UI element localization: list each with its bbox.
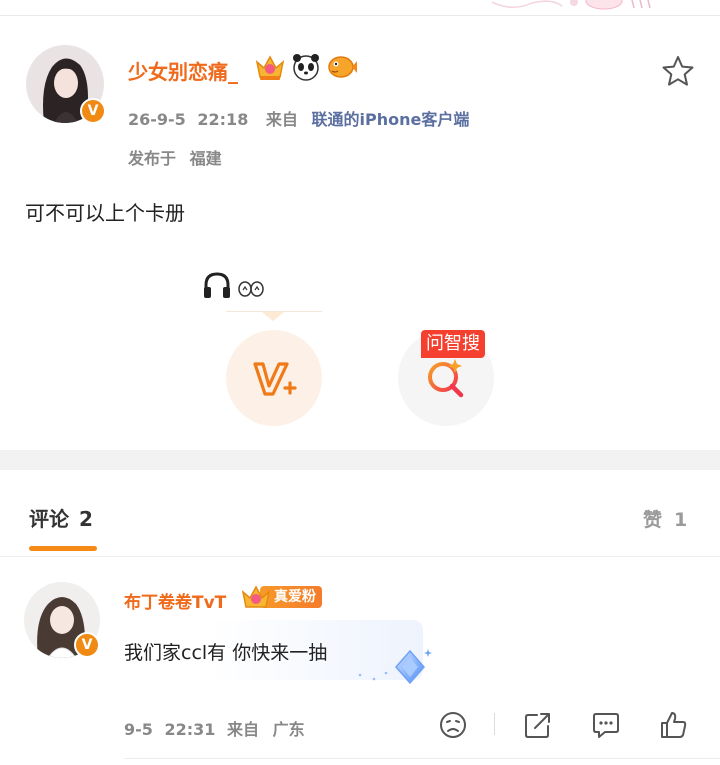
verified-badge: V [80, 98, 106, 124]
post-date: 26-9-5 [128, 110, 186, 129]
vplus-icon [253, 362, 297, 396]
ask-search-tag[interactable]: 问智搜 [421, 330, 485, 358]
comment-source-prefix: 来自 [227, 720, 260, 739]
sparkle-eyes-icon [238, 281, 264, 297]
star-icon[interactable] [660, 54, 696, 88]
tab-likes[interactable]: 赞1 [643, 505, 687, 532]
comment-text: 我们家ccl有 你快来一抽 [124, 642, 328, 664]
author-badges [254, 52, 358, 82]
decoration-strip [492, 0, 651, 10]
comment-location: 广东 [272, 720, 305, 739]
headphones-icon [204, 272, 230, 298]
top-divider [0, 15, 720, 16]
tab-divider [0, 556, 720, 557]
thumbs-up-icon[interactable] [659, 710, 689, 740]
post-location: 发布于 福建 [128, 145, 222, 169]
source-prefix: 来自 [265, 110, 298, 129]
vplus-button[interactable] [226, 330, 322, 426]
action-separator [494, 713, 495, 735]
smart-search-icon [428, 359, 464, 398]
commenter-username[interactable]: 布丁卷卷TvT [124, 588, 226, 613]
active-tab-indicator [29, 546, 97, 551]
share-icon[interactable] [523, 710, 553, 740]
section-separator [0, 450, 720, 470]
comment-meta: 9-5 22:31 来自 广东 [124, 716, 305, 740]
comment-icon[interactable] [591, 710, 621, 740]
source-client-link[interactable]: 联通的iPhone客户端 [312, 110, 470, 129]
post-meta: 26-9-5 22:18 来自 联通的iPhone客户端 [128, 106, 469, 130]
tab-comments-label: 评论 [29, 507, 69, 531]
fan-badge[interactable]: 真爱粉 [240, 582, 322, 612]
puffer-fish-badge-icon[interactable] [326, 52, 358, 82]
tab-comments-count: 2 [79, 507, 93, 531]
tooltip-arrow [262, 312, 284, 321]
tab-likes-count: 1 [674, 509, 688, 531]
author-username[interactable]: 少女别恋痛_ [128, 56, 238, 85]
panda-badge-icon[interactable] [291, 52, 321, 82]
dislike-face-icon[interactable] [438, 710, 468, 740]
post-time: 22:18 [197, 110, 249, 129]
comment-date: 9-5 [124, 720, 153, 739]
commenter-verified-badge: V [74, 632, 100, 658]
comment-time: 22:31 [164, 720, 216, 739]
location-value: 福建 [189, 149, 222, 168]
diamond-sticker-icon [358, 649, 432, 685]
location-label: 发布于 [128, 149, 177, 168]
tab-likes-label: 赞 [643, 509, 663, 531]
post-content: 可不可以上个卡册 [25, 201, 185, 225]
tab-comments[interactable]: 评论 2 [29, 503, 93, 532]
fan-crown-icon [241, 585, 271, 608]
crown-badge-icon[interactable] [254, 52, 286, 82]
bottom-divider [124, 758, 720, 759]
decoration-stickers [202, 270, 266, 300]
